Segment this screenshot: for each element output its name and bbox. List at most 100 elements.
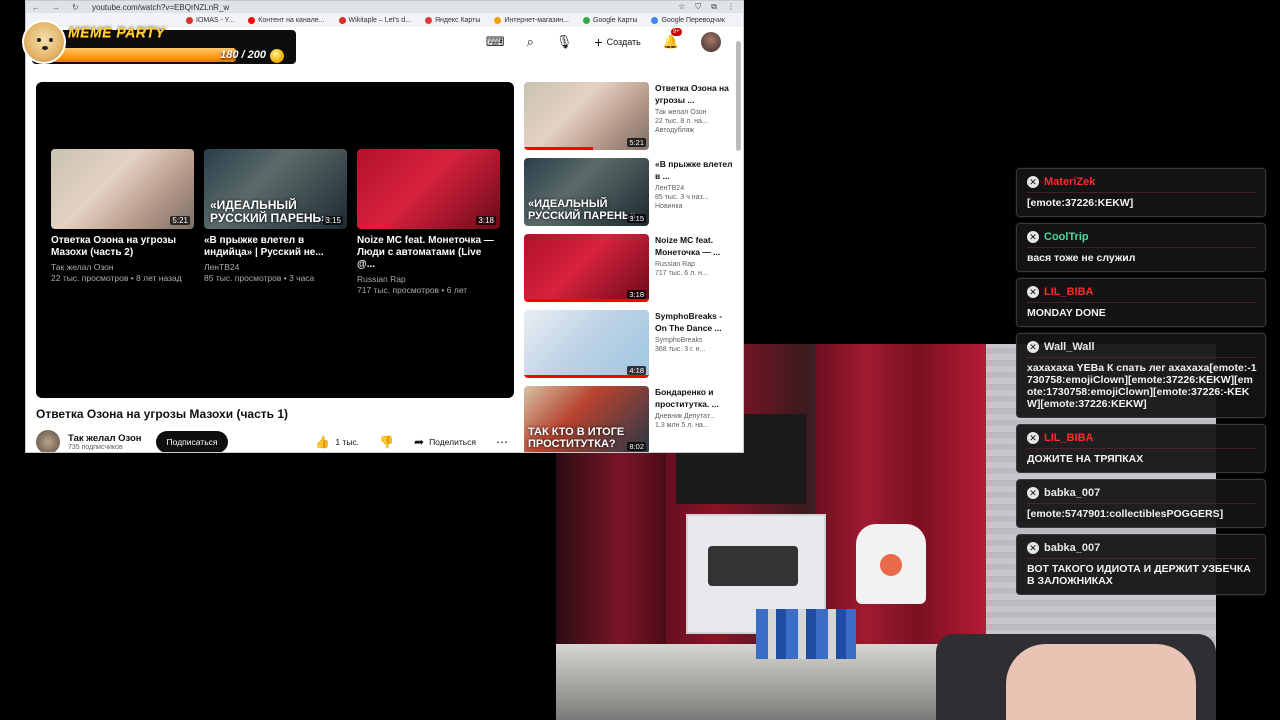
page-scrollbar[interactable] <box>736 41 741 151</box>
related-video-tag: Новинка <box>655 203 683 210</box>
notifications-button[interactable]: 🔔 9+ <box>662 28 682 50</box>
chat-message: ✕ CoolTrip вася тоже не служил <box>1016 223 1266 272</box>
related-videos: 5:21 Ответка Озона на угрозы ... Так жел… <box>524 82 734 452</box>
bookmark-favicon-icon <box>651 16 659 24</box>
share-label: Поделиться <box>429 437 476 447</box>
chat-message: ✕ LIL_BIBA ДОЖИТЕ НА ТРЯПКАХ <box>1016 424 1266 473</box>
stream-scene: ← → ↻ youtube.com/watch?v=EBQrNZLnR_w ☆ … <box>0 0 1280 720</box>
bookmark-favicon-icon <box>583 16 591 24</box>
reload-icon[interactable]: ↻ <box>72 3 82 12</box>
related-video-item[interactable]: 4:18 SymphoBreaks - On The Dance ... Sym… <box>524 310 734 386</box>
chat-divider <box>1027 448 1257 449</box>
webcam-person <box>1006 644 1196 720</box>
watch-progress <box>524 147 593 150</box>
chat-username: LIL_BIBA <box>1044 286 1094 298</box>
meme-party-label: MEME PARTY <box>68 24 166 40</box>
bookmark-item[interactable]: Google Переводчик <box>651 16 725 24</box>
related-video-thumbnail: 3:18 <box>524 234 649 302</box>
microphone-icon[interactable]: 🎙 <box>556 34 573 50</box>
watch-progress <box>524 375 649 378</box>
watch-progress <box>524 299 649 302</box>
chat-divider <box>1027 247 1257 248</box>
channel-row: Так желал Озон 735 подписчиков Подписать… <box>36 429 514 452</box>
related-video-meta: Бондаренко и проститутка. ... Дневник Де… <box>655 386 734 452</box>
endcard-thumbnail: 3:18 <box>357 149 500 229</box>
star-icon[interactable]: ☆ <box>678 2 685 12</box>
related-video-thumbnail: 4:18 <box>524 310 649 378</box>
video-player[interactable]: 5:21 Ответка Озона на угрозы Мазохи (час… <box>36 82 514 398</box>
related-video-item[interactable]: 3:18 Noize MC feat. Монеточка — ... Russ… <box>524 234 734 310</box>
related-video-channel: Russian Rap <box>655 261 696 268</box>
more-actions-button[interactable]: ⋯ <box>490 431 514 452</box>
related-video-channel: Дневник Депутат... <box>655 413 716 420</box>
chat-message: ✕ MateriZek [emote:37226:KEKW] <box>1016 168 1266 217</box>
related-video-meta: Ответка Озона на угрозы ... Так желал Оз… <box>655 82 734 158</box>
keyboard-icon[interactable]: ⌨ <box>486 34 505 50</box>
menu-icon[interactable]: ⋮ <box>727 2 735 12</box>
channel-name[interactable]: Так желал Озон <box>68 433 142 444</box>
user-avatar[interactable] <box>701 32 721 52</box>
related-video-item[interactable]: ТАК КТО В ИТОГЕ ПРОСТИТУТКА? 8:02 Бондар… <box>524 386 734 452</box>
endcard-2[interactable]: «ИДЕАЛЬНЫЙ РУССКИЙ ПАРЕНЬ» 3:15 «В прыжк… <box>204 149 347 283</box>
related-video-meta: SymphoBreaks - On The Dance ... SymphoBr… <box>655 310 734 386</box>
related-video-channel: ЛенТВ24 <box>655 185 685 192</box>
chat-text: ДОЖИТЕ НА ТРЯПКАХ <box>1027 453 1144 465</box>
webcam-pc-fans <box>708 546 798 586</box>
meme-party-progress <box>36 48 236 62</box>
related-video-item[interactable]: «ИДЕАЛЬНЫЙ РУССКИЙ ПАРЕНЬ» 3:15 «В прыжк… <box>524 158 734 234</box>
extensions-icon[interactable]: ⧉ <box>711 2 717 12</box>
bookmark-item[interactable]: Wikitaple – Let's d... <box>338 16 411 24</box>
address-bar[interactable]: youtube.com/watch?v=EBQrNZLnR_w <box>92 3 229 12</box>
bookmark-label: Google Карты <box>593 16 638 24</box>
endcard-1[interactable]: 5:21 Ответка Озона на угрозы Мазохи (час… <box>51 149 194 283</box>
close-icon: ✕ <box>1027 341 1039 353</box>
related-video-meta: Noize MC feat. Монеточка — ... Russian R… <box>655 234 734 310</box>
related-video-tag: Автодубляж <box>655 127 695 134</box>
channel-avatar[interactable] <box>36 430 60 452</box>
related-video-stats: 1,3 млн 5 л. на... <box>655 422 709 429</box>
webcam-bag <box>856 524 926 604</box>
chat-message-header: ✕ LIL_BIBA <box>1027 285 1257 299</box>
create-button[interactable]: + Создать <box>594 34 640 50</box>
endcard-thumbnail: 5:21 <box>51 149 194 229</box>
bookmark-item[interactable]: Google Карты <box>583 16 638 24</box>
bell-icon: 🔔 <box>662 34 679 49</box>
chat-text: [emote:37226:KEKW] <box>1027 197 1134 209</box>
bookmark-item[interactable]: Яндекс Карты <box>424 16 480 24</box>
related-video-stats: 717 тыс. 6 л. н... <box>655 270 708 277</box>
close-icon: ✕ <box>1027 231 1039 243</box>
duration-badge: 8:02 <box>627 442 646 451</box>
chat-text: [emote:5747901:collectiblesPOGGERS] <box>1027 508 1224 520</box>
chat-message-header: ✕ babka_007 <box>1027 541 1257 555</box>
like-button[interactable]: 👍 1 тыс. <box>309 431 365 452</box>
duration-badge: 4:18 <box>627 366 646 375</box>
channel-info: Так желал Озон 735 подписчиков <box>68 433 142 451</box>
search-icon[interactable]: ⌕ <box>527 34 534 50</box>
share-button[interactable]: ➦ Поделиться <box>408 431 482 452</box>
related-video-title: Noize MC feat. Монеточка — ... <box>655 235 721 257</box>
chat-username: babka_007 <box>1044 542 1101 554</box>
share-icon: ➦ <box>414 435 425 449</box>
video-actions: 👍 1 тыс. 👎 ➦ Поделиться ⋯ <box>309 431 514 452</box>
related-video-item[interactable]: 5:21 Ответка Озона на угрозы ... Так жел… <box>524 82 734 158</box>
bookmark-item[interactable]: Интернет-магазин... <box>494 16 569 24</box>
chat-message: ✕ babka_007 ВОТ ТАКОГО ИДИОТА И ДЕРЖИТ У… <box>1016 534 1266 595</box>
chat-message-header: ✕ LIL_BIBA <box>1027 431 1257 445</box>
forward-icon[interactable]: → <box>52 3 62 12</box>
chat-message: ✕ babka_007 [emote:5747901:collectiblesP… <box>1016 479 1266 528</box>
duration-badge: 3:18 <box>627 290 646 299</box>
video-title: Ответка Озона на угрозы Мазохи (часть 1) <box>36 407 289 421</box>
chat-username: Wall_Wall <box>1044 341 1095 353</box>
subscribe-button[interactable]: Подписаться <box>155 431 229 452</box>
chat-divider <box>1027 558 1257 559</box>
create-label: Создать <box>606 37 641 47</box>
dislike-button[interactable]: 👎 <box>373 431 400 452</box>
doge-icon <box>22 20 66 64</box>
endcard-3[interactable]: 3:18 Noize MC feat. Монеточка — Люди с а… <box>357 149 500 295</box>
bookmark-favicon-icon <box>494 16 502 24</box>
back-icon[interactable]: ← <box>32 3 42 12</box>
chat-message-header: ✕ MateriZek <box>1027 175 1257 189</box>
endcard-channel: Russian Rap <box>357 274 406 284</box>
duration-badge: 3:18 <box>476 216 496 225</box>
shield-icon[interactable]: ⛉ <box>695 2 701 12</box>
